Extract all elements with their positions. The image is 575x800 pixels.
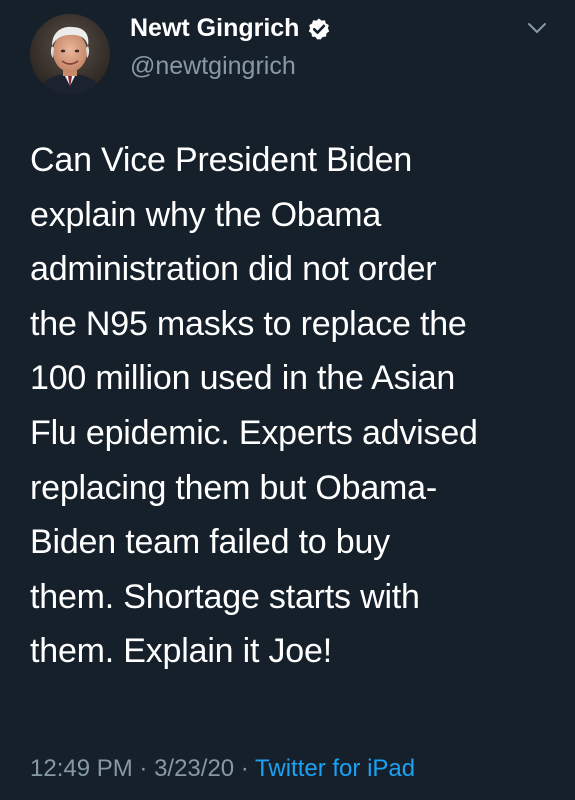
- verified-badge-icon: [307, 17, 331, 41]
- tweet-time[interactable]: 12:49 PM: [30, 755, 133, 782]
- meta-separator: ·: [234, 755, 256, 782]
- chevron-down-icon[interactable]: [524, 18, 550, 38]
- tweet-meta: 12:49 PM · 3/23/20 · Twitter for iPad: [30, 755, 415, 783]
- meta-separator: ·: [132, 755, 155, 782]
- avatar[interactable]: [30, 14, 110, 94]
- author-display-name[interactable]: Newt Gingrich: [130, 14, 299, 43]
- author-handle[interactable]: @newtgingrich: [130, 52, 296, 81]
- tweet-card: Newt Gingrich @newtgingrich Can Vice Pre…: [0, 0, 575, 800]
- tweet-text: Can Vice President Biden explain why the…: [30, 141, 478, 671]
- avatar-image: [30, 14, 110, 94]
- author-name-row[interactable]: Newt Gingrich: [130, 14, 331, 43]
- tweet-source-link[interactable]: Twitter for iPad: [255, 755, 415, 782]
- tweet-date[interactable]: 3/23/20: [154, 755, 234, 782]
